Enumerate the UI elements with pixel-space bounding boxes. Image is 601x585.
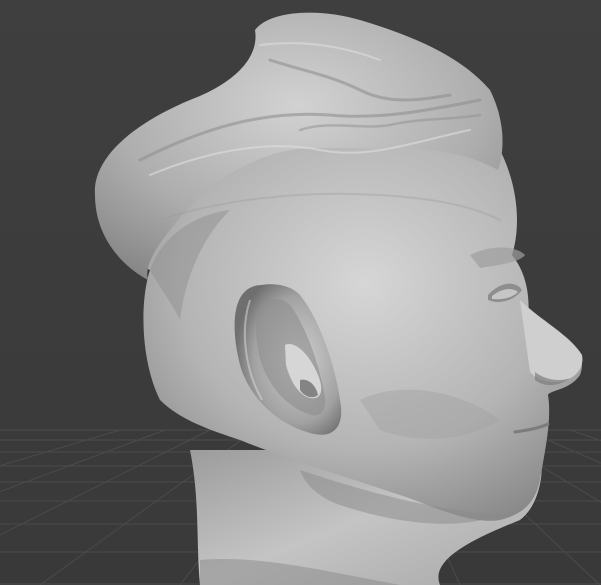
viewport-canvas[interactable] [0, 0, 601, 585]
3d-viewport[interactable] [0, 0, 601, 585]
